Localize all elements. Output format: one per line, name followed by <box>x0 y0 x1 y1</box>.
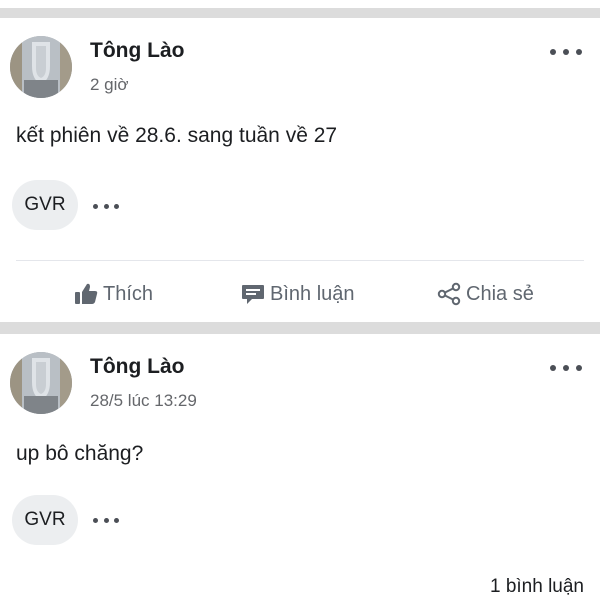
share-icon <box>436 282 462 306</box>
user-avatar[interactable] <box>10 36 72 98</box>
like-button[interactable]: Thích <box>73 274 153 314</box>
tag-more-icon[interactable] <box>93 515 119 525</box>
post-card: Tông Lào 2 giờ kết phiên về 28.6. sang t… <box>0 18 600 322</box>
more-options-icon[interactable] <box>550 44 582 60</box>
comment-button[interactable]: Bình luận <box>240 274 355 314</box>
post-time[interactable]: 28/5 lúc 13:29 <box>90 391 197 411</box>
stock-tag[interactable]: GVR <box>12 180 78 230</box>
divider <box>16 260 584 261</box>
post-author[interactable]: Tông Lào <box>90 39 184 63</box>
post-actions: Thích Bình luận Chia sẻ <box>0 274 600 314</box>
post-content: kết phiên về 28.6. sang tuần về 27 <box>16 124 338 147</box>
post-content: up bô chăng? <box>16 442 144 465</box>
feed-separator <box>0 322 600 334</box>
more-options-icon[interactable] <box>550 360 582 376</box>
stock-tag[interactable]: GVR <box>12 495 78 545</box>
comment-label: Bình luận <box>270 282 355 305</box>
comment-icon <box>240 282 266 306</box>
like-label: Thích <box>103 282 154 305</box>
post-author[interactable]: Tông Lào <box>90 355 184 379</box>
user-avatar[interactable] <box>10 352 72 414</box>
post-card: Tông Lào 28/5 lúc 13:29 up bô chăng? GVR… <box>0 334 600 600</box>
post-time[interactable]: 2 giờ <box>90 75 129 95</box>
share-label: Chia sẻ <box>466 282 534 305</box>
comment-count[interactable]: 1 bình luận <box>490 576 584 598</box>
share-button[interactable]: Chia sẻ <box>436 274 534 314</box>
tag-more-icon[interactable] <box>93 201 119 211</box>
thumbs-up-icon <box>73 282 99 306</box>
feed-separator <box>0 8 600 18</box>
